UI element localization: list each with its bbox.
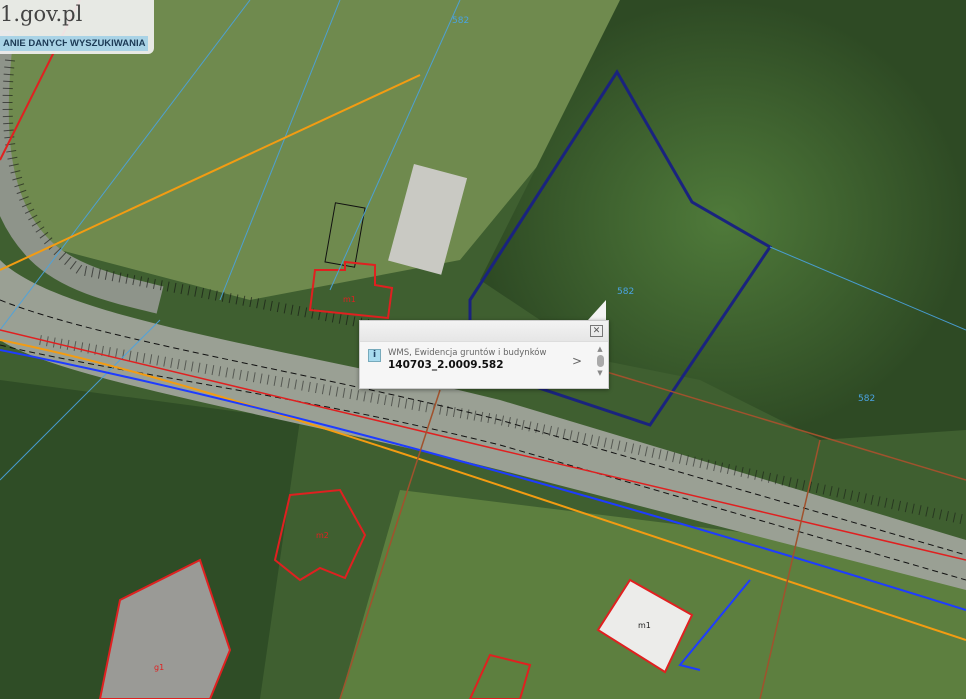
parcel-label: 582 — [452, 16, 469, 26]
feature-info-popup: ✕ i WMS, Ewidencja gruntów i budynków 14… — [359, 320, 609, 389]
tab-search[interactable]: WYSZUKIWANIA — [67, 36, 149, 51]
scroll-up-icon[interactable]: ▲ — [596, 345, 604, 353]
building-label: m1 — [638, 621, 651, 630]
app-header: 1.gov.pl ANIE DANYCH WYSZUKIWANIA — [0, 0, 154, 54]
popup-titlebar — [360, 321, 608, 342]
building-label: m2 — [316, 531, 329, 540]
building-label: m1 — [343, 295, 356, 304]
scroll-thumb[interactable] — [596, 355, 604, 367]
logo[interactable]: 1.gov.pl — [0, 2, 82, 26]
info-icon: i — [368, 349, 381, 362]
scroll-down-icon[interactable]: ▼ — [596, 369, 604, 377]
popup-pointer — [588, 300, 606, 320]
chevron-right-icon[interactable]: > — [572, 354, 582, 368]
popup-scrollbar[interactable]: ▲ ▼ — [596, 345, 604, 383]
parcel-label: 582 — [858, 394, 875, 404]
layer-source: WMS, Ewidencja gruntów i budynków — [388, 348, 547, 358]
building-label: g1 — [154, 663, 164, 672]
close-icon[interactable]: ✕ — [590, 325, 603, 337]
tab-data[interactable]: ANIE DANYCH — [0, 36, 72, 51]
parcel-id[interactable]: 140703_2.0009.582 — [388, 359, 504, 371]
parcel-label: 582 — [617, 287, 634, 297]
